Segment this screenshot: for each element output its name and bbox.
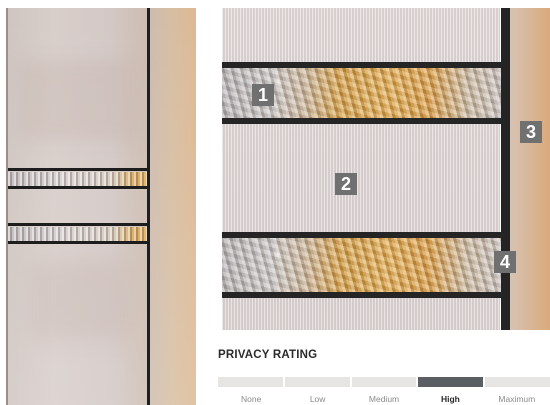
rating-label-medium: Medium bbox=[368, 394, 400, 404]
callout-4-badge: 4 bbox=[494, 251, 516, 273]
door-edge bbox=[6, 8, 8, 405]
rating-label-none: None bbox=[241, 394, 262, 404]
sidelite-glass bbox=[510, 8, 550, 330]
privacy-rating-bar bbox=[218, 377, 550, 387]
came-bar bbox=[222, 118, 502, 124]
door-glass-strip-upper bbox=[8, 172, 147, 186]
rating-label-high: High bbox=[440, 394, 460, 404]
door-glass-strip-lower bbox=[8, 227, 147, 241]
door-came-bar bbox=[8, 186, 150, 189]
rating-segment-low bbox=[284, 377, 350, 387]
door-came-bar bbox=[8, 168, 150, 171]
door-reflection bbox=[18, 60, 138, 140]
rating-segment-maximum bbox=[485, 377, 550, 387]
rating-label-low: Low bbox=[309, 394, 326, 404]
door-came-bar bbox=[8, 241, 150, 244]
rating-segment-medium bbox=[351, 377, 417, 387]
door-reflection bbox=[30, 260, 130, 340]
callout-3-badge: 3 bbox=[520, 121, 542, 143]
callout-1-badge: 1 bbox=[252, 84, 274, 106]
decorative-glass-band-lower bbox=[222, 238, 501, 292]
door-came-bar bbox=[8, 223, 150, 226]
frame-mullion bbox=[501, 8, 510, 330]
rating-label-maximum: Maximum bbox=[498, 394, 536, 404]
door-frame-divider bbox=[147, 8, 150, 405]
rating-segment-none bbox=[218, 377, 283, 387]
privacy-rating-title: PRIVACY RATING bbox=[218, 349, 318, 361]
rating-segment-high bbox=[418, 377, 484, 387]
privacy-rating-labels: None Low Medium High Maximum bbox=[218, 394, 550, 404]
came-bar bbox=[222, 292, 502, 298]
callout-2-badge: 2 bbox=[335, 173, 357, 195]
